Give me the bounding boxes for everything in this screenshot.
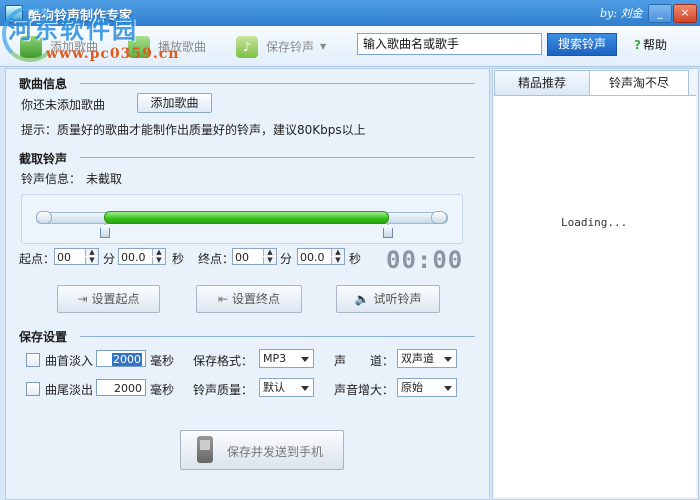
song-status-text: 你还未添加歌曲 — [21, 98, 106, 112]
fade-in-checkbox[interactable] — [26, 353, 40, 367]
ringtone-info-label: 铃声信息： — [21, 172, 82, 186]
set-start-button[interactable]: ⇥ 设置起点 — [57, 285, 160, 313]
chevron-down-icon — [444, 357, 452, 362]
volume-select[interactable]: 原始 — [397, 378, 457, 397]
format-label: 保存格式： — [193, 354, 254, 368]
author-signature: by: 刘金 — [600, 7, 643, 20]
spin-up-icon[interactable]: ▲ — [85, 249, 98, 256]
spin-up-icon[interactable]: ▲ — [331, 249, 344, 256]
start-second-spinner[interactable]: 00.0 ▲ ▼ — [118, 248, 166, 265]
set-start-label: 设置起点 — [91, 292, 140, 306]
clip-selection-range[interactable] — [104, 211, 389, 224]
time-display: 00:00 — [386, 246, 464, 274]
save-and-send-label: 保存并发送到手机 — [227, 445, 324, 459]
volume-value: 原始 — [401, 381, 423, 394]
speaker-icon: 🔈 — [354, 292, 370, 306]
song-info-title: 歌曲信息 — [19, 77, 68, 91]
start-minute-spinner[interactable]: 00 ▲ ▼ — [54, 248, 99, 265]
chevron-down-icon — [301, 357, 309, 362]
set-start-icon: ⇥ — [77, 292, 88, 306]
end-second-spinner[interactable]: 00.0 ▲ ▼ — [297, 248, 345, 265]
spin-up-icon[interactable]: ▲ — [152, 249, 165, 256]
format-select[interactable]: MP3 — [259, 349, 314, 368]
spin-down-icon[interactable]: ▼ — [152, 257, 165, 264]
song-info-divider — [80, 83, 475, 84]
spin-down-icon[interactable]: ▼ — [331, 257, 344, 264]
fade-in-value: 2000 — [112, 353, 142, 366]
chevron-down-icon — [444, 386, 452, 391]
save-and-send-button[interactable]: 保存并发送到手机 — [180, 430, 344, 470]
fade-out-input[interactable]: 2000 — [96, 379, 146, 396]
end-second-value: 00.0 — [300, 251, 325, 264]
save-settings-title: 保存设置 — [19, 330, 68, 344]
fade-in-unit: 毫秒 — [150, 354, 175, 368]
tab-featured[interactable]: 精品推荐 — [494, 70, 590, 96]
search-input[interactable]: 输入歌曲名或歌手 — [357, 33, 542, 55]
fade-out-label: 曲尾淡出 — [45, 383, 94, 397]
start-minute-unit: 分 — [103, 252, 116, 266]
preview-button[interactable]: 🔈 试听铃声 — [336, 285, 440, 313]
set-end-label: 设置终点 — [232, 292, 281, 306]
save-ringtone-button[interactable]: ♪ 保存铃声 ▼ — [236, 34, 331, 60]
end-minute-spinner[interactable]: 00 ▲ ▼ — [232, 248, 277, 265]
format-value: MP3 — [263, 352, 287, 365]
channel-label: 声 道： — [334, 354, 395, 368]
add-song-button[interactable]: 添加歌曲 — [137, 93, 212, 113]
volume-label: 声音增大： — [334, 383, 395, 397]
minimize-button[interactable]: _ — [648, 4, 672, 23]
end-minute-value: 00 — [235, 251, 249, 264]
fade-out-checkbox[interactable] — [26, 382, 40, 396]
end-minute-unit: 分 — [280, 252, 293, 266]
start-second-value: 00.0 — [121, 251, 146, 264]
track-left-cap — [36, 211, 52, 224]
spin-down-icon[interactable]: ▼ — [263, 257, 276, 264]
phone-icon — [197, 436, 213, 463]
channel-select[interactable]: 双声道 — [397, 349, 457, 368]
help-icon: ? — [634, 38, 641, 52]
loading-text: Loading... — [561, 216, 628, 229]
start-second-unit: 秒 — [172, 252, 185, 266]
fade-in-input[interactable]: 2000 — [96, 350, 146, 367]
fade-in-label: 曲首淡入 — [45, 354, 94, 368]
watermark-url: www.pc0359.cn — [46, 46, 180, 62]
dropdown-arrow-icon: ▼ — [320, 42, 327, 51]
preview-label: 试听铃声 — [373, 292, 422, 306]
channel-value: 双声道 — [401, 352, 434, 365]
set-end-button[interactable]: ⇤ 设置终点 — [196, 285, 302, 313]
save-settings-divider — [80, 336, 475, 337]
ringtone-info-value: 未截取 — [86, 172, 123, 186]
close-button[interactable]: × — [673, 4, 697, 23]
start-label: 起点： — [19, 252, 56, 266]
save-ringtone-label: 保存铃声 — [266, 40, 315, 54]
spin-down-icon[interactable]: ▼ — [85, 257, 98, 264]
quality-value: 默认 — [263, 381, 285, 394]
track-right-cap — [431, 211, 447, 224]
clip-section-title: 截取铃声 — [19, 152, 68, 166]
fade-out-unit: 毫秒 — [150, 383, 175, 397]
quality-select[interactable]: 默认 — [259, 378, 314, 397]
quality-label: 铃声质量： — [193, 383, 254, 397]
end-label: 终点： — [198, 252, 235, 266]
watermark-text: 河东软件园 — [8, 16, 138, 44]
music-note-icon: ♪ — [236, 36, 258, 58]
chevron-down-icon — [301, 386, 309, 391]
set-end-icon: ⇤ — [217, 292, 229, 306]
right-panel-content — [494, 95, 696, 497]
clip-divider — [80, 157, 475, 158]
tip-text: 提示：质量好的歌曲才能制作出质量好的铃声，建议80Kbps以上 — [21, 123, 366, 137]
spin-up-icon[interactable]: ▲ — [263, 249, 276, 256]
help-label: 帮助 — [642, 38, 667, 52]
tab-more-ringtones[interactable]: 铃声淘不尽 — [589, 70, 689, 96]
help-link[interactable]: ? 帮助 — [634, 36, 667, 53]
start-minute-value: 00 — [57, 251, 71, 264]
end-second-unit: 秒 — [349, 252, 362, 266]
search-button[interactable]: 搜索铃声 — [547, 33, 617, 56]
